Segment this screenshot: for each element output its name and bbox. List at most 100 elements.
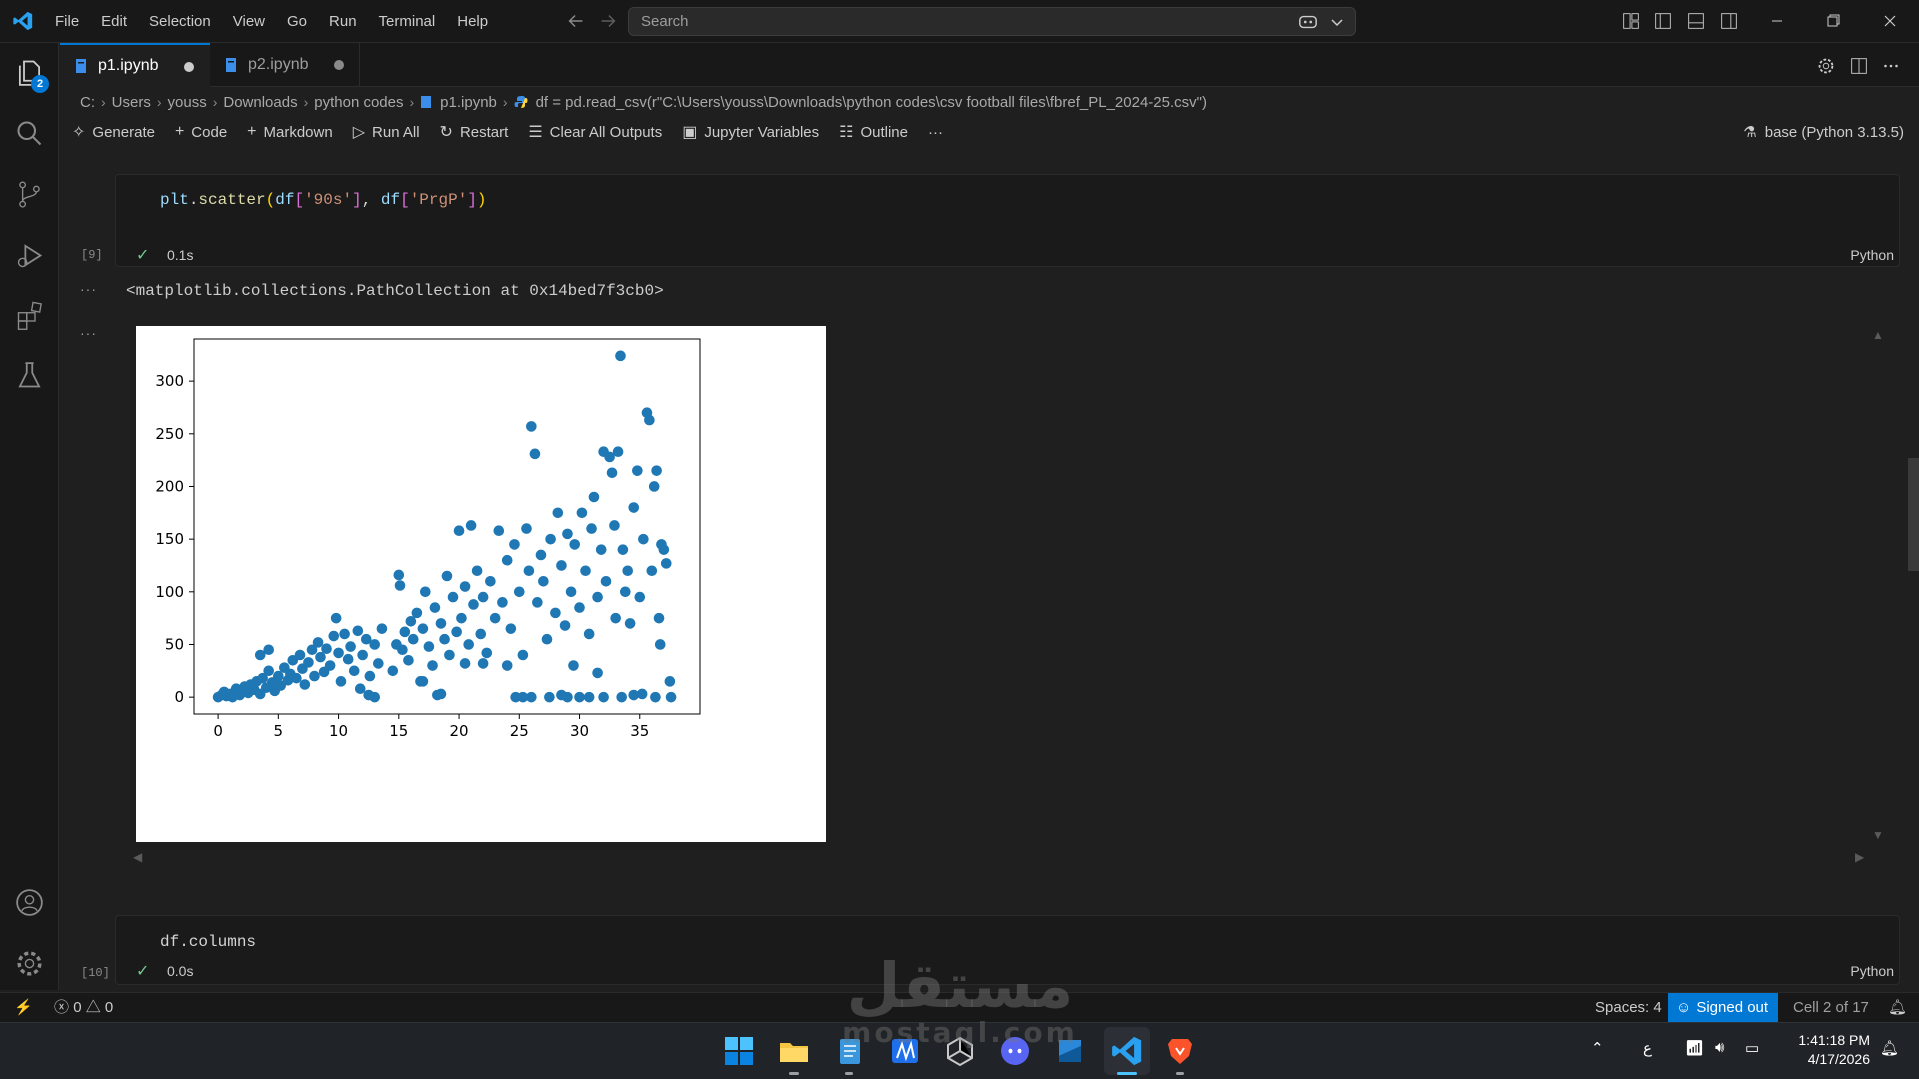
add-code-cell-button[interactable]: + Code — [175, 123, 227, 141]
restore-icon[interactable] — [1818, 8, 1848, 34]
breadcrumb-symbol[interactable]: df = pd.read_csv(r"C:\Users\youss\Downlo… — [536, 94, 1207, 111]
data-point — [620, 586, 631, 598]
remote-indicator-icon[interactable]: ⚡ — [14, 993, 33, 1023]
volume-icon[interactable]: 🔊︎ — [1715, 1039, 1724, 1056]
breadcrumb: C: › Users › youss › Downloads › python … — [80, 90, 1207, 114]
kernel-picker[interactable]: ⚗ base (Python 3.13.5) — [1743, 118, 1904, 146]
toggle-secondary-sidebar-icon[interactable] — [1718, 10, 1740, 32]
unity-icon[interactable] — [943, 1034, 977, 1068]
back-arrow-icon[interactable] — [565, 10, 587, 32]
show-hidden-icons-icon[interactable]: ⌃ — [1591, 1039, 1604, 1057]
source-control-icon[interactable] — [13, 178, 46, 211]
tab-p1-ipynb[interactable]: p1.ipynb — [60, 43, 210, 87]
data-point — [352, 625, 364, 637]
breadcrumb-drive[interactable]: C: — [80, 94, 95, 111]
chevron-down-icon[interactable] — [1329, 12, 1345, 32]
y-tick-label: 250 — [155, 425, 184, 443]
notification-center-icon[interactable]: 🔔︎ — [1880, 1039, 1899, 1057]
menu-selection[interactable]: Selection — [138, 0, 222, 43]
vertical-scrollbar-thumb[interactable] — [1908, 458, 1919, 571]
data-point — [569, 539, 581, 550]
tab-p2-ipynb[interactable]: p2.ipynb — [210, 43, 360, 87]
add-markdown-cell-button[interactable]: + Markdown — [247, 123, 333, 141]
ide-app-icon[interactable] — [888, 1034, 922, 1068]
scroll-left-icon[interactable]: ◀ — [133, 850, 142, 864]
menu-run[interactable]: Run — [318, 0, 368, 43]
discord-icon[interactable] — [998, 1034, 1032, 1068]
plus-icon: + — [247, 123, 257, 140]
signed-out-label: Signed out — [1696, 999, 1769, 1016]
code-cell[interactable]: df.columns ✓ 0.0s Python — [115, 915, 1900, 985]
forward-arrow-icon[interactable] — [597, 10, 619, 32]
generate-button[interactable]: ✧ Generate — [72, 122, 155, 142]
code-line[interactable]: df.columns — [160, 933, 256, 951]
search-icon[interactable] — [13, 117, 46, 150]
run-all-button[interactable]: ▷ Run All — [353, 122, 420, 142]
minimize-icon[interactable] — [1762, 8, 1792, 34]
unsaved-dot-icon[interactable] — [334, 60, 344, 70]
data-point — [459, 658, 471, 669]
problems-indicator[interactable]: ⓧ 0 △ 0 — [54, 993, 113, 1023]
code-cell[interactable]: plt.scatter(df['90s'], df['PrgP']) ✓ 0.1… — [115, 174, 1900, 267]
brave-browser-icon[interactable] — [1163, 1034, 1197, 1068]
breadcrumb-file[interactable]: p1.ipynb — [440, 94, 497, 111]
vscode-logo-icon[interactable] — [12, 10, 34, 32]
toolbar-more-button[interactable]: ··· — [928, 124, 943, 141]
clear-all-outputs-button[interactable]: ☰ Clear All Outputs — [528, 122, 662, 142]
file-explorer-icon[interactable] — [777, 1034, 811, 1068]
windows-start-icon[interactable] — [722, 1034, 756, 1068]
toggle-panel-icon[interactable] — [1685, 10, 1707, 32]
breadcrumb-item[interactable]: Downloads — [223, 94, 297, 111]
notebook-toolbar: ✧ Generate + Code + Markdown ▷ Run All ↻ Rest… — [72, 118, 963, 146]
scroll-up-icon[interactable]: ▲ — [1872, 328, 1884, 342]
menu-view[interactable]: View — [222, 0, 276, 43]
scroll-right-icon[interactable]: ▶ — [1855, 850, 1864, 864]
azure-data-studio-icon[interactable] — [1053, 1034, 1087, 1068]
input-language-indicator[interactable]: ع — [1643, 1039, 1652, 1057]
battery-icon[interactable]: ▭ — [1745, 1039, 1759, 1057]
more-actions-icon[interactable] — [1880, 55, 1902, 77]
notebook-file-icon — [76, 59, 86, 73]
outline-label: Outline — [860, 123, 908, 141]
breadcrumb-item[interactable]: python codes — [314, 94, 403, 111]
accounts-icon[interactable] — [13, 886, 46, 919]
notebook-settings-gear-icon[interactable] — [1815, 55, 1837, 77]
split-editor-icon[interactable] — [1848, 55, 1870, 77]
command-center-search[interactable]: Search — [628, 7, 1356, 36]
restart-button[interactable]: ↻ Restart — [440, 122, 509, 142]
toggle-primary-sidebar-icon[interactable] — [1652, 10, 1674, 32]
scroll-down-icon[interactable]: ▼ — [1872, 828, 1884, 842]
y-tick-label: 300 — [155, 372, 184, 390]
cell-language[interactable]: Python — [1850, 963, 1894, 979]
signed-out-button[interactable]: ☺ Signed out — [1668, 993, 1779, 1023]
notepad-icon[interactable] — [833, 1034, 867, 1068]
copilot-icon[interactable] — [1297, 12, 1319, 32]
menu-edit[interactable]: Edit — [90, 0, 138, 43]
customize-layout-icon[interactable] — [1620, 10, 1642, 32]
output-more-icon[interactable]: ··· — [80, 281, 97, 297]
jupyter-variables-button[interactable]: ▣ Jupyter Variables — [682, 122, 819, 142]
system-clock[interactable]: 1:41:18 PM 4/17/2026 — [1780, 1031, 1870, 1069]
close-window-icon[interactable] — [1875, 8, 1905, 34]
menu-file[interactable]: File — [44, 0, 90, 43]
notifications-bell-icon[interactable]: 🔔︎ — [1888, 993, 1907, 1023]
unsaved-dot-icon[interactable] — [184, 62, 194, 72]
indentation-indicator[interactable]: Spaces: 4 — [1595, 993, 1662, 1023]
menu-help[interactable]: Help — [446, 0, 499, 43]
breadcrumb-item[interactable]: youss — [168, 94, 207, 111]
code-line[interactable]: plt.scatter(df['90s'], df['PrgP']) — [160, 191, 487, 209]
wifi-icon[interactable]: 📶︎ — [1685, 1039, 1704, 1057]
output-more-icon[interactable]: ··· — [80, 325, 97, 341]
breadcrumb-item[interactable]: Users — [112, 94, 151, 111]
run-debug-icon[interactable] — [13, 239, 46, 272]
cell-position[interactable]: Cell 2 of 17 — [1793, 993, 1869, 1023]
extensions-icon[interactable] — [13, 299, 46, 332]
vscode-taskbar-icon[interactable] — [1110, 1034, 1144, 1068]
settings-gear-icon[interactable] — [13, 947, 46, 980]
cell-language[interactable]: Python — [1850, 247, 1894, 263]
testing-flask-icon[interactable] — [13, 359, 46, 392]
menu-terminal[interactable]: Terminal — [368, 0, 447, 43]
restart-label: Restart — [459, 123, 509, 141]
menu-go[interactable]: Go — [276, 0, 318, 43]
outline-button[interactable]: ☷ Outline — [839, 122, 908, 142]
